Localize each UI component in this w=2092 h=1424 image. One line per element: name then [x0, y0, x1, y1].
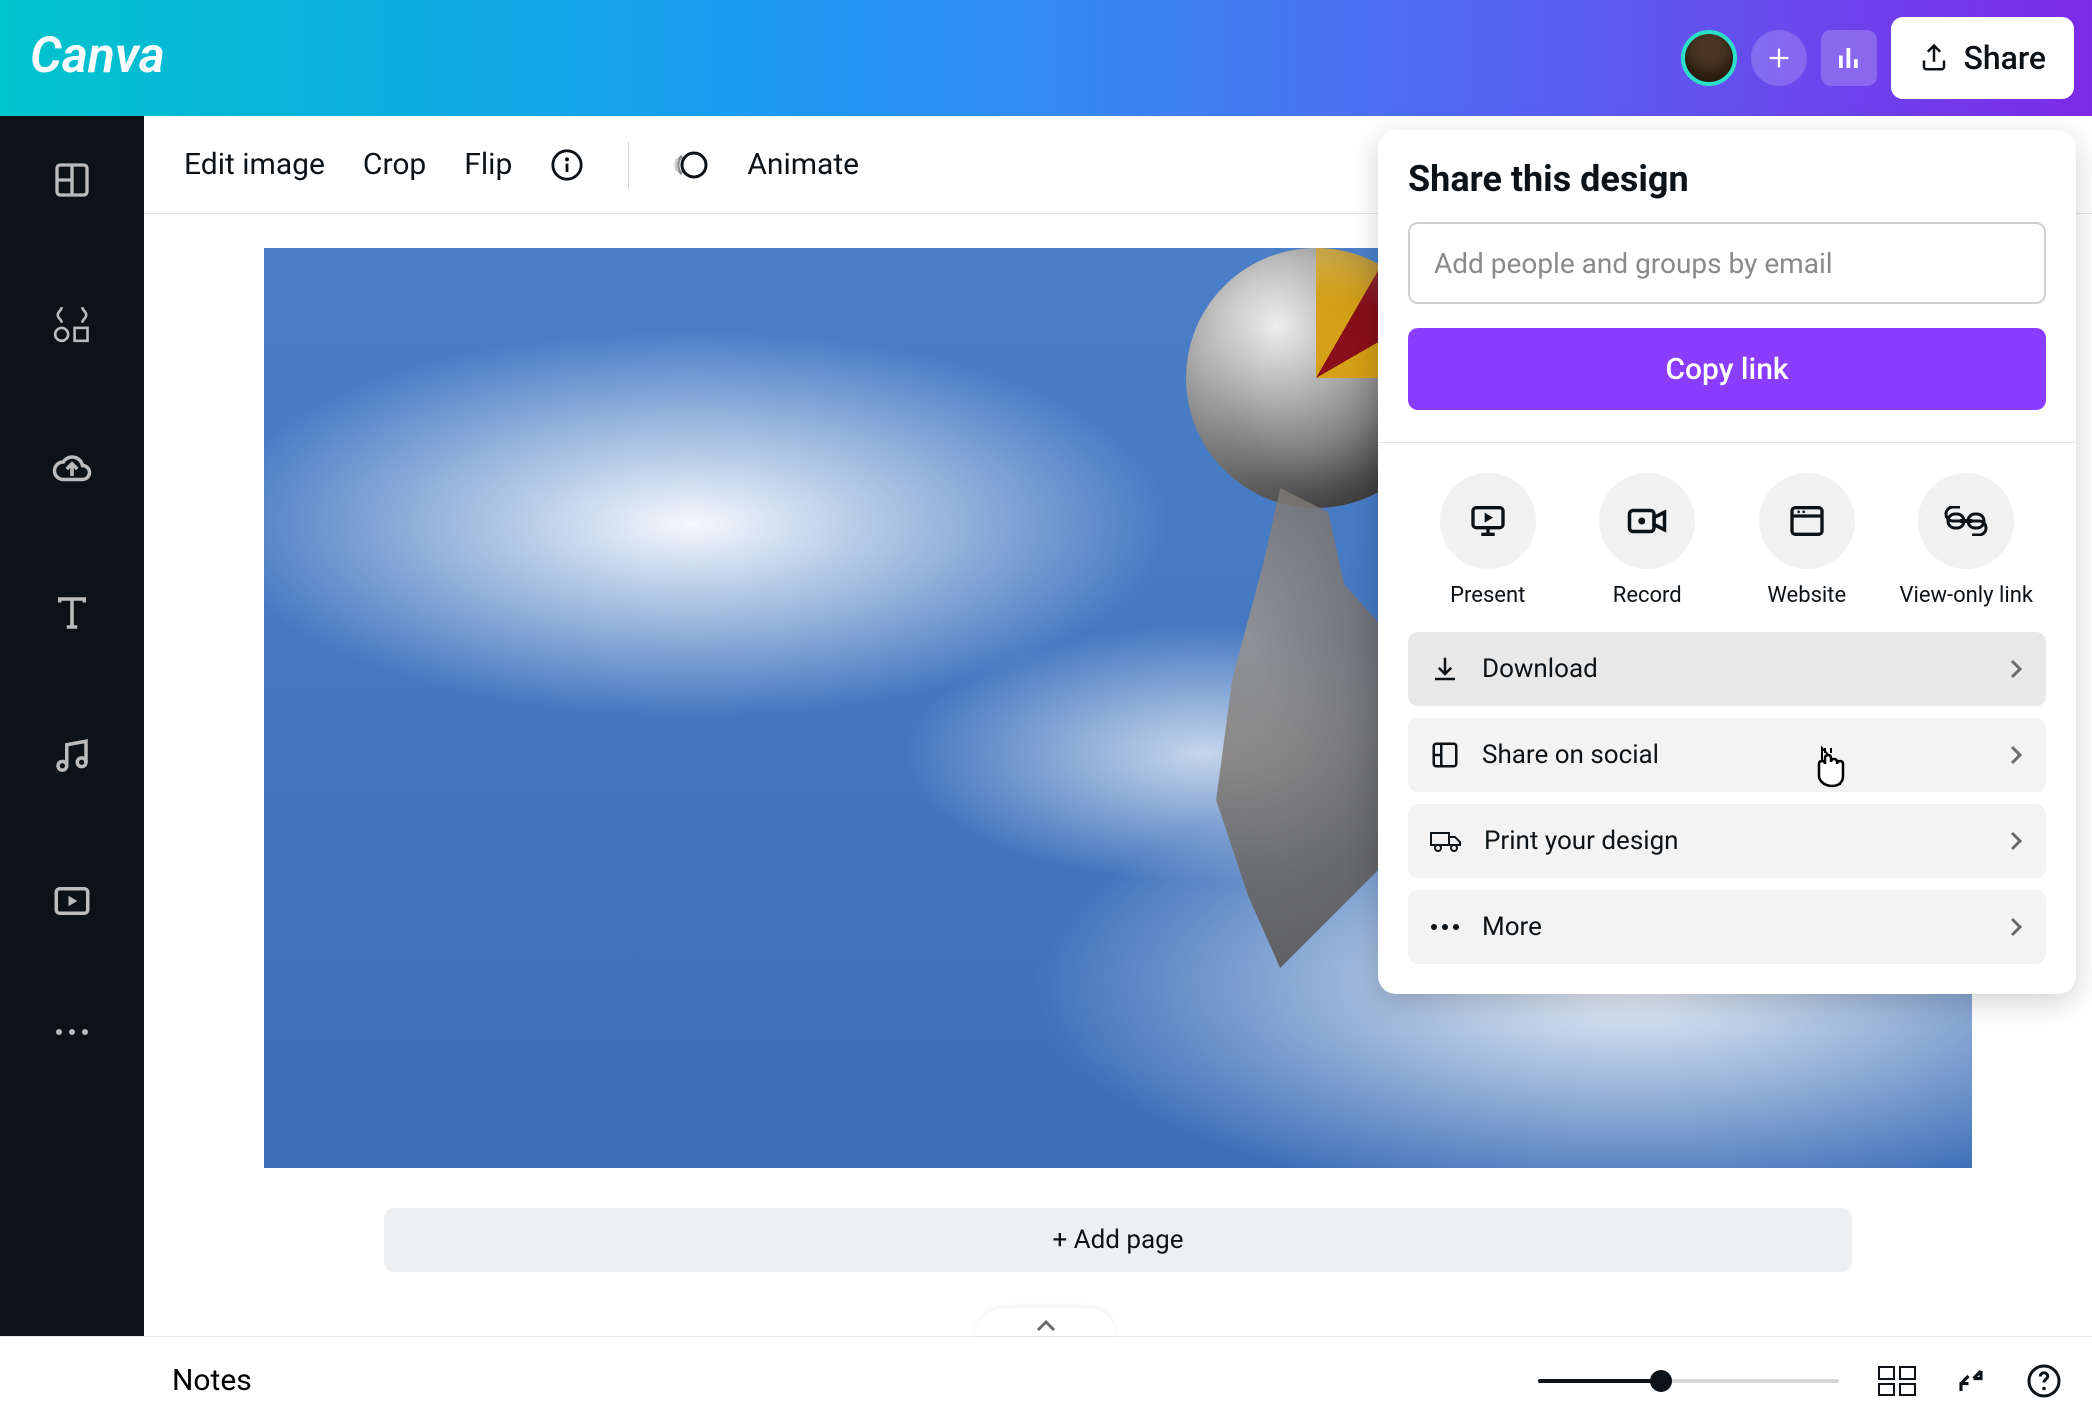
quick-present-label: Present — [1450, 583, 1525, 608]
list-print-label: Print your design — [1484, 826, 1679, 856]
help-button[interactable] — [2026, 1363, 2062, 1399]
share-icon — [1919, 43, 1949, 73]
text-icon — [51, 592, 93, 634]
flip-button[interactable]: Flip — [464, 147, 512, 182]
page-panel-toggle[interactable] — [976, 1308, 1116, 1336]
rail-templates[interactable] — [52, 160, 92, 200]
list-download[interactable]: Download — [1408, 632, 2046, 706]
toolbar-divider — [628, 142, 629, 188]
rail-videos[interactable] — [51, 880, 93, 922]
quick-website[interactable]: Website — [1732, 473, 1882, 608]
rail-elements[interactable] — [50, 302, 94, 346]
rail-uploads[interactable] — [51, 448, 93, 490]
quick-record-label: Record — [1613, 583, 1682, 608]
help-icon — [2026, 1363, 2062, 1399]
share-email-placeholder: Add people and groups by email — [1434, 247, 1833, 280]
crop-button[interactable]: Crop — [363, 147, 426, 182]
download-icon — [1430, 654, 1460, 684]
chevron-up-icon — [1034, 1318, 1058, 1334]
quick-website-label: Website — [1767, 583, 1846, 608]
rail-text[interactable] — [51, 592, 93, 634]
elements-icon — [50, 302, 94, 346]
left-rail — [0, 116, 144, 1336]
list-more-label: More — [1482, 912, 1542, 942]
add-page-label: + Add page — [1052, 1225, 1183, 1255]
cursor-pointer-icon — [1808, 744, 1876, 790]
website-icon — [1787, 501, 1827, 541]
info-button[interactable] — [550, 148, 584, 182]
more-icon — [51, 1024, 93, 1040]
expand-icon — [1956, 1366, 1986, 1396]
quick-viewonly-label: View-only link — [1899, 583, 2033, 608]
svg-text:Canva: Canva — [30, 30, 165, 85]
zoom-slider[interactable] — [1538, 1379, 1838, 1383]
insights-button[interactable] — [1821, 30, 1877, 86]
list-share-social[interactable]: Share on social — [1408, 718, 2046, 792]
bar-chart-icon — [1834, 43, 1864, 73]
share-email-input[interactable]: Add people and groups by email — [1408, 222, 2046, 304]
share-divider — [1378, 442, 2076, 443]
record-icon — [1626, 500, 1668, 542]
more-dots-icon — [1430, 921, 1460, 933]
list-social-label: Share on social — [1482, 740, 1659, 770]
rail-more[interactable] — [51, 1024, 93, 1040]
grid-icon — [1878, 1366, 1916, 1396]
present-icon — [1468, 501, 1508, 541]
zoom-thumb[interactable] — [1650, 1370, 1672, 1392]
notes-button[interactable]: Notes — [172, 1363, 252, 1398]
rail-audio[interactable] — [51, 736, 93, 778]
add-page-button[interactable]: + Add page — [384, 1208, 1852, 1272]
bottom-bar: Notes — [0, 1336, 2092, 1424]
cloud-upload-icon — [51, 448, 93, 490]
quick-record[interactable]: Record — [1572, 473, 1722, 608]
page-grid-button[interactable] — [1878, 1366, 1916, 1396]
chevron-right-icon — [2008, 829, 2024, 853]
link-icon — [1944, 506, 1988, 536]
quick-present[interactable]: Present — [1413, 473, 1563, 608]
truck-icon — [1430, 826, 1462, 856]
chevron-right-icon — [2008, 743, 2024, 767]
info-icon — [550, 148, 584, 182]
list-download-label: Download — [1482, 654, 1598, 684]
music-icon — [51, 736, 93, 778]
fullscreen-button[interactable] — [1956, 1366, 1986, 1396]
avatar[interactable] — [1681, 30, 1737, 86]
templates-icon — [52, 160, 92, 200]
quick-viewonly[interactable]: View-only link — [1891, 473, 2041, 608]
chevron-right-icon — [2008, 915, 2024, 939]
animate-icon — [673, 147, 709, 183]
top-bar: Canva Share — [0, 0, 2092, 116]
edit-image-button[interactable]: Edit image — [184, 147, 325, 182]
animate-icon-button[interactable] — [673, 147, 709, 183]
social-icon — [1430, 740, 1460, 770]
list-print[interactable]: Print your design — [1408, 804, 2046, 878]
share-panel: Share this design Add people and groups … — [1378, 130, 2076, 994]
share-panel-title: Share this design — [1408, 158, 2046, 200]
share-button-label: Share — [1963, 39, 2046, 77]
create-button[interactable] — [1751, 30, 1807, 86]
video-icon — [51, 880, 93, 922]
plus-icon — [1765, 44, 1793, 72]
share-button[interactable]: Share — [1891, 17, 2074, 99]
copy-link-button[interactable]: Copy link — [1408, 328, 2046, 410]
chevron-right-icon — [2008, 657, 2024, 681]
list-more[interactable]: More — [1408, 890, 2046, 964]
copy-link-label: Copy link — [1665, 352, 1788, 387]
animate-button[interactable]: Animate — [747, 147, 859, 182]
canva-logo[interactable]: Canva — [30, 30, 200, 86]
